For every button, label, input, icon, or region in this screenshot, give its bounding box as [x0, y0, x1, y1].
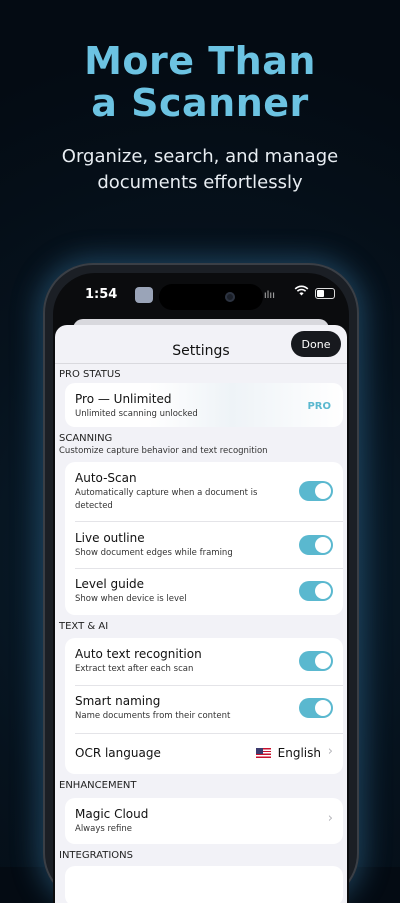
- integrations-group: [65, 866, 343, 903]
- hero-title-line2: a Scanner: [91, 81, 309, 125]
- hero-subtitle: Organize, search, and manage documents e…: [0, 144, 400, 196]
- row-subtitle: Always refine: [75, 824, 133, 834]
- us-flag-icon: [255, 748, 271, 758]
- row-subtitle: Automatically capture when a document is…: [75, 487, 285, 513]
- battery-level: [317, 290, 325, 297]
- section-subheader-scanning: Customize capture behavior and text reco…: [59, 446, 268, 456]
- row-subtitle: Extract text after each scan: [75, 664, 194, 674]
- chevron-right-icon: ›: [327, 744, 333, 759]
- done-button[interactable]: Done: [291, 331, 341, 357]
- hero-subtitle-line2: documents effortlessly: [97, 172, 303, 193]
- text-ai-group: Auto text recognition Extract text after…: [65, 638, 343, 774]
- ocr-language-value: English: [255, 746, 321, 760]
- live-outline-toggle[interactable]: [299, 535, 333, 555]
- status-time: 1:54: [85, 287, 118, 302]
- chevron-right-icon: ›: [327, 811, 333, 826]
- setting-row-ocr-language[interactable]: OCR language English ›: [65, 734, 343, 774]
- row-subtitle-line2: detected: [75, 501, 113, 511]
- toggle-knob: [315, 700, 331, 716]
- ocr-language-label: English: [277, 746, 321, 760]
- auto-text-recognition-toggle[interactable]: [299, 651, 333, 671]
- toggle-knob: [315, 483, 331, 499]
- setting-row-level-guide[interactable]: Level guide Show when device is level: [65, 569, 343, 615]
- row-subtitle: Show when device is level: [75, 594, 187, 604]
- enhancement-group: Magic Cloud Always refine ›: [65, 798, 343, 844]
- row-subtitle: Name documents from their content: [75, 711, 231, 721]
- battery-icon: [315, 288, 335, 299]
- setting-row-auto-text-recognition[interactable]: Auto text recognition Extract text after…: [65, 638, 343, 685]
- pro-title: Pro — Unlimited: [75, 392, 172, 406]
- settings-sheet: Settings Done PRO STATUS Pro — Unlimited…: [55, 325, 347, 903]
- toggle-knob: [315, 653, 331, 669]
- smart-naming-toggle[interactable]: [299, 698, 333, 718]
- setting-row-live-outline[interactable]: Live outline Show document edges while f…: [65, 522, 343, 568]
- hero-title: More Than a Scanner: [0, 40, 400, 124]
- row-subtitle: Show document edges while framing: [75, 548, 233, 558]
- camera-icon: [225, 292, 235, 302]
- row-title: Smart naming: [75, 694, 161, 708]
- row-title: OCR language: [75, 746, 161, 760]
- pro-status-card[interactable]: Pro — Unlimited Unlimited scanning unloc…: [65, 383, 343, 427]
- setting-row-auto-scan[interactable]: Auto-Scan Automatically capture when a d…: [65, 462, 343, 521]
- thumbnail-icon: [135, 287, 153, 303]
- pro-subtitle: Unlimited scanning unlocked: [75, 409, 198, 419]
- dynamic-island: ılıı: [135, 284, 275, 310]
- wifi-icon: [294, 285, 309, 299]
- pro-badge: PRO: [307, 401, 331, 412]
- row-title: Magic Cloud: [75, 807, 149, 821]
- setting-row-magic-cloud[interactable]: Magic Cloud Always refine ›: [65, 798, 343, 844]
- section-header-pro: PRO STATUS: [59, 369, 121, 380]
- header-divider: [55, 363, 347, 364]
- row-title: Level guide: [75, 577, 145, 591]
- row-subtitle-line1: Automatically capture when a document is: [75, 488, 258, 498]
- section-header-enhancement: ENHANCEMENT: [59, 780, 137, 791]
- scanning-group: Auto-Scan Automatically capture when a d…: [65, 462, 343, 615]
- phone-frame: 1:54 ılıı Settings Done PRO STATUS Pro —…: [43, 263, 359, 903]
- setting-row-smart-naming[interactable]: Smart naming Name documents from their c…: [65, 686, 343, 733]
- audio-wave-icon: ılıı: [263, 290, 275, 301]
- status-bar: 1:54 ılıı: [53, 273, 349, 317]
- section-header-text-ai: TEXT & AI: [59, 621, 109, 632]
- phone-screen: 1:54 ılıı Settings Done PRO STATUS Pro —…: [53, 273, 349, 903]
- toggle-knob: [315, 583, 331, 599]
- hero-subtitle-line1: Organize, search, and manage: [61, 146, 339, 167]
- row-title: Auto-Scan: [75, 471, 137, 485]
- row-title: Live outline: [75, 531, 145, 545]
- row-title: Auto text recognition: [75, 647, 202, 661]
- level-guide-toggle[interactable]: [299, 581, 333, 601]
- section-header-scanning: SCANNING: [59, 433, 113, 444]
- hero-title-line1: More Than: [84, 39, 316, 83]
- section-header-integrations: INTEGRATIONS: [59, 850, 133, 861]
- auto-scan-toggle[interactable]: [299, 481, 333, 501]
- toggle-knob: [315, 537, 331, 553]
